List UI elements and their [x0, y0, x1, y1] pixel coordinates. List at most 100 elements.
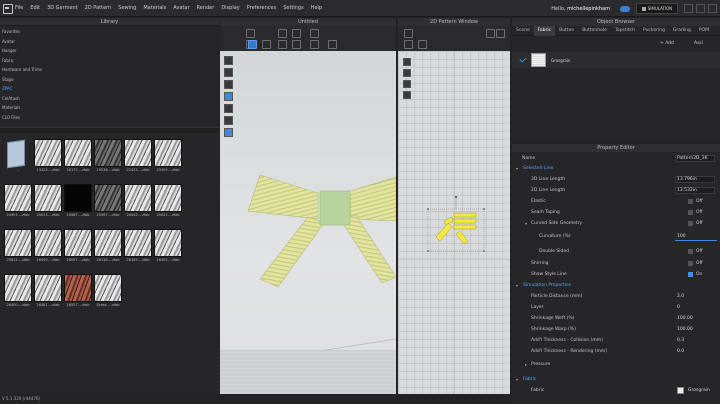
- view-garment-icon[interactable]: [224, 68, 233, 77]
- library-thumbnail[interactable]: 26400....zfab: [4, 274, 32, 310]
- section-selected-line[interactable]: ▾ Selected Line: [512, 163, 720, 174]
- select-move-tool-icon[interactable]: [246, 29, 255, 38]
- library-thumbnail[interactable]: 26009....zfab: [34, 229, 62, 265]
- tab-puckering[interactable]: Puckering: [639, 26, 669, 36]
- library-thumbnail[interactable]: 19538....zfab: [94, 139, 122, 175]
- menu-display[interactable]: Display: [221, 5, 239, 11]
- free-sewing-icon[interactable]: [496, 29, 505, 38]
- prop-shrinkage-warp-value[interactable]: 100.00: [677, 324, 693, 335]
- collapse-arrow-icon[interactable]: ▾: [516, 374, 518, 385]
- menu-file[interactable]: File: [15, 5, 23, 11]
- pressure-arrow-icon[interactable]: ▸: [525, 359, 527, 370]
- pattern-bow-pieces[interactable]: [435, 212, 477, 245]
- username[interactable]: michellepinkham: [567, 6, 610, 12]
- menu-settings[interactable]: Settings: [283, 5, 304, 11]
- menu-2d-pattern[interactable]: 2D Pattern: [85, 5, 112, 11]
- app-logo-icon[interactable]: [3, 4, 13, 14]
- library-thumbnail[interactable]: 23495....zfab: [154, 139, 182, 175]
- library-nav-fabric[interactable]: Fabric: [0, 56, 219, 66]
- library-thumbnail[interactable]: 26405....zfab: [154, 229, 182, 265]
- view-texture-icon[interactable]: [224, 92, 233, 101]
- menu-avatar[interactable]: Avatar: [173, 5, 189, 11]
- library-nav-hanger[interactable]: Hanger: [0, 46, 219, 56]
- library-thumbnail[interactable]: 26442....zfab: [124, 184, 152, 220]
- brush-tool-icon[interactable]: [262, 40, 271, 49]
- cloud-icon[interactable]: [620, 5, 630, 12]
- prop-pressure[interactable]: ▸ Pressure: [512, 359, 720, 370]
- menu-preferences[interactable]: Preferences: [247, 5, 276, 11]
- prop-layer-value[interactable]: 0: [677, 302, 680, 313]
- prop-shrinkage-weft-value[interactable]: 100.00: [677, 313, 693, 324]
- pattern-curve-icon[interactable]: [418, 40, 427, 49]
- view-avatar-icon[interactable]: [224, 56, 233, 65]
- pattern-transform-icon[interactable]: [404, 29, 413, 38]
- pattern-pieces[interactable]: [398, 51, 510, 394]
- elastic-toggle[interactable]: [688, 199, 693, 204]
- close-icon[interactable]: [708, 4, 717, 13]
- collapse-arrow-icon[interactable]: ▾: [516, 280, 518, 291]
- library-thumbnail[interactable]: 25811....zfab: [4, 229, 32, 265]
- library-nav-favorites[interactable]: Favorites: [0, 27, 219, 37]
- add-fabric-button[interactable]: + Add: [660, 41, 674, 46]
- library-nav-hardware[interactable]: Hardware and Trims: [0, 65, 219, 75]
- prop-particle-distance-value[interactable]: 2.0: [677, 291, 684, 302]
- tab-fabric[interactable]: Fabric: [533, 25, 556, 36]
- tab-grading[interactable]: Grading: [669, 26, 695, 36]
- menu-render[interactable]: Render: [197, 5, 215, 11]
- tack-tool-icon[interactable]: [292, 29, 301, 38]
- menu-sewing[interactable]: Sewing: [118, 5, 136, 11]
- collapse-arrow-icon[interactable]: ▾: [516, 163, 518, 174]
- section-simulation[interactable]: ▾ Simulation Properties: [512, 280, 720, 291]
- curvature-slider[interactable]: [675, 240, 717, 241]
- library-thumbnail[interactable]: 16172....zfab: [64, 139, 92, 175]
- tab-button[interactable]: Button: [555, 26, 578, 36]
- shirring-toggle[interactable]: [688, 261, 693, 266]
- curved-side-arrow-icon[interactable]: ▾: [525, 218, 527, 229]
- view-strain-icon[interactable]: [224, 116, 233, 125]
- menu-materials[interactable]: Materials: [143, 5, 166, 11]
- menu-3d-garment[interactable]: 3D Garment: [47, 5, 78, 11]
- library-thumbnail[interactable]: 25067....zfab: [64, 184, 92, 220]
- bow-knot[interactable]: [319, 190, 351, 226]
- tab-pom[interactable]: POM: [695, 26, 713, 36]
- view-stitch-icon[interactable]: [224, 104, 233, 113]
- library-nav-materials[interactable]: Materials: [0, 103, 219, 113]
- pattern-edit-icon[interactable]: [404, 40, 413, 49]
- library-thumbnail[interactable]: 25067....zfab: [94, 184, 122, 220]
- library-thumbnail[interactable]: 25013....zfab: [34, 184, 62, 220]
- library-thumbnail[interactable]: 25022....zfab: [154, 184, 182, 220]
- bow-right-wing[interactable]: [349, 176, 396, 222]
- bow-3d-garment[interactable]: [220, 51, 396, 394]
- library-thumbnail[interactable]: 22433....zfab: [124, 139, 152, 175]
- view-pattern-icon[interactable]: [224, 80, 233, 89]
- double-sided-toggle[interactable]: [688, 249, 693, 254]
- assign-button[interactable]: Assi: [694, 41, 703, 46]
- menu-help[interactable]: Help: [311, 5, 322, 11]
- measure-tool-icon[interactable]: [310, 40, 319, 49]
- maximize-icon[interactable]: [696, 4, 705, 13]
- fold-tool-icon[interactable]: [278, 29, 287, 38]
- prop-thickness-rendering-value[interactable]: 0.0: [677, 346, 684, 357]
- prop-thickness-collision-value[interactable]: 0.3: [677, 335, 684, 346]
- tab-topstitch[interactable]: Topstitch: [611, 26, 639, 36]
- menu-edit[interactable]: Edit: [30, 5, 40, 11]
- library-thumbnail[interactable]: 13423....zfab: [34, 139, 62, 175]
- fabric-swatch[interactable]: [531, 53, 546, 67]
- view-mesh-icon[interactable]: [224, 128, 233, 137]
- simulation-button[interactable]: SIMULATION: [636, 3, 678, 14]
- fitting-tool-icon[interactable]: [292, 40, 301, 49]
- library-thumbnail[interactable]: ..: [4, 139, 32, 175]
- section-fabric[interactable]: ▾ Fabric: [512, 374, 720, 385]
- bow-left-tail[interactable]: [259, 216, 325, 288]
- library-thumbnail[interactable]: 26165....zfab: [124, 229, 152, 265]
- segment-sewing-icon[interactable]: [486, 29, 495, 38]
- library-nav-celatash[interactable]: CelAtash: [0, 94, 219, 104]
- zipper-tool-icon[interactable]: [328, 40, 337, 49]
- library-thumbnail[interactable]: 26097....zfab: [64, 229, 92, 265]
- library-nav-stage[interactable]: Stage: [0, 75, 219, 85]
- library-thumbnail[interactable]: 26481....zfab: [34, 274, 62, 310]
- prop-fabric-value[interactable]: Grosgrain: [688, 385, 710, 396]
- tab-buttonhole[interactable]: Buttonhole: [578, 26, 611, 36]
- library-thumbnail[interactable]: Gross.....zfab: [94, 274, 122, 310]
- curved-side-toggle[interactable]: [688, 221, 693, 226]
